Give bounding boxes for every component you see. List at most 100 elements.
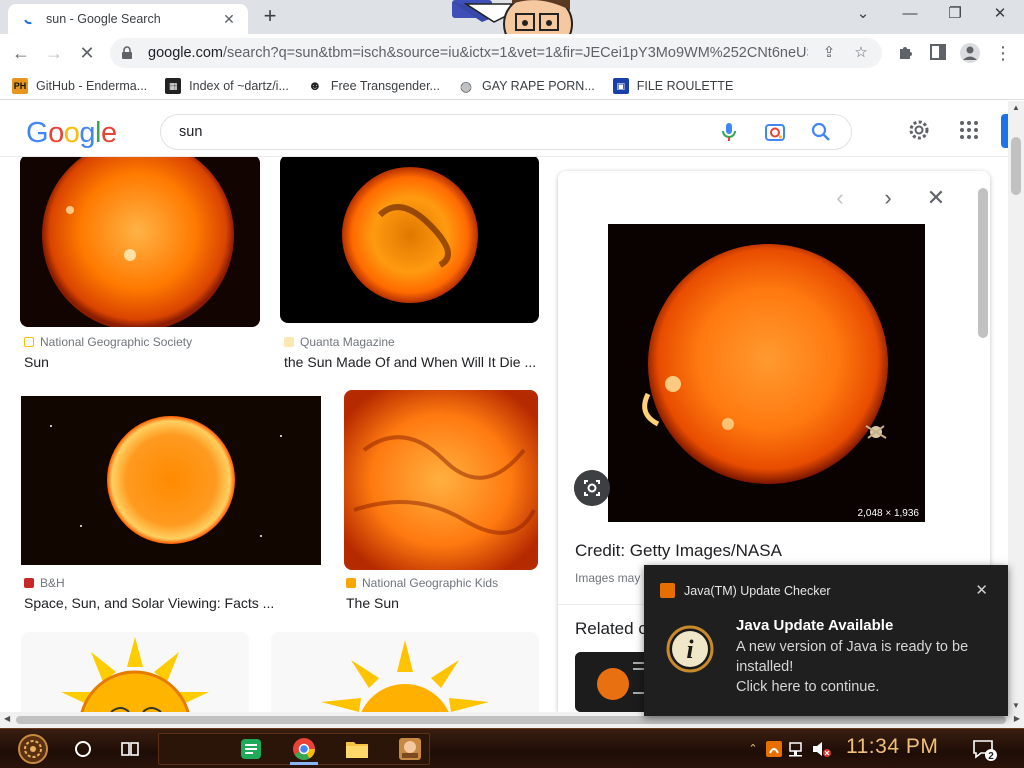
result-title[interactable]: The Sun (346, 595, 540, 611)
result-source[interactable]: Quanta Magazine (284, 335, 395, 349)
image-dimensions: 2,048 × 1,936 (858, 508, 920, 519)
bookmark-label: Index of ~dartz/i... (189, 78, 289, 93)
bookmarks-bar: PH GitHub - Enderma... ▦ Index of ~dartz… (0, 72, 1024, 100)
chrome-icon[interactable] (290, 733, 318, 765)
bookmark-item[interactable]: ▦ Index of ~dartz/i... (165, 77, 289, 94)
result-source-label: National Geographic Kids (362, 576, 499, 590)
loading-spinner-icon (22, 11, 38, 27)
google-apps-icon[interactable] (957, 118, 981, 142)
scroll-down-arrow-icon[interactable]: ▼ (1012, 701, 1020, 710)
result-source[interactable]: National Geographic Kids (346, 576, 498, 590)
next-image-button[interactable]: › (875, 185, 901, 211)
scroll-right-arrow-icon[interactable]: ▶ (1014, 714, 1020, 723)
minimize-button[interactable]: — (896, 4, 924, 26)
notification-center-icon[interactable]: 2 (971, 733, 999, 765)
browser-tab[interactable]: sun - Google Search ✕ (8, 4, 248, 34)
result-title[interactable]: Sun (24, 354, 260, 370)
visual-search-icon[interactable] (574, 470, 610, 506)
search-box[interactable]: sun (160, 114, 852, 150)
stop-loading-button[interactable]: ✕ (74, 40, 100, 66)
close-preview-button[interactable]: ✕ (923, 185, 949, 211)
google-header: Google sun (0, 101, 1010, 157)
toast-close-icon[interactable]: ✕ (975, 581, 988, 599)
microphone-icon[interactable] (717, 120, 741, 144)
tab-close-icon[interactable]: ✕ (220, 10, 238, 28)
bookmark-item[interactable]: ▣ FILE ROULETTE (612, 77, 733, 94)
result-thumbnail[interactable] (344, 390, 538, 570)
bookmark-label: GitHub - Enderma... (36, 78, 148, 93)
result-title[interactable]: the Sun Made Of and When Will It Die ... (284, 354, 538, 370)
show-hidden-icons-arrow-icon[interactable]: ⌃ (742, 733, 764, 765)
copyright-notice: Images may (575, 571, 641, 585)
result-source[interactable]: National Geographic Society (24, 335, 192, 349)
result-thumbnail[interactable] (280, 157, 539, 323)
browser-menu-icon[interactable]: ⋮ (990, 40, 1016, 66)
toast-app-name: Java(TM) Update Checker (684, 583, 831, 598)
file-explorer-icon[interactable] (343, 733, 371, 765)
java-update-notification[interactable]: Java(TM) Update Checker ✕ i Java Update … (644, 565, 1008, 716)
lock-icon (122, 46, 132, 59)
svg-text:i: i (686, 635, 694, 664)
address-bar[interactable]: google.com/search?q=sun&tbm=isch&source=… (110, 38, 882, 68)
game-app-icon[interactable] (396, 733, 424, 765)
result-source[interactable]: B&H (24, 576, 65, 590)
taskbar: ⌃ 11:34 PM 2 (0, 728, 1024, 768)
info-icon: i (666, 625, 714, 673)
scroll-thumb[interactable] (16, 716, 1006, 724)
result-thumbnail[interactable] (20, 157, 260, 327)
settings-gear-icon[interactable] (907, 118, 931, 142)
google-lens-icon[interactable] (763, 120, 787, 144)
bookmark-item[interactable]: PH GitHub - Enderma... (12, 77, 148, 94)
bookmark-label: Free Transgender... (330, 78, 440, 93)
bookmark-item[interactable]: ☻ Free Transgender... (306, 77, 440, 94)
result-thumbnail[interactable] (21, 396, 321, 565)
bookmark-star-icon[interactable]: ☆ (850, 42, 872, 64)
volume-muted-icon[interactable] (810, 733, 832, 765)
forward-button[interactable]: → (41, 40, 67, 66)
related-image-thumbnail[interactable] (575, 652, 655, 712)
toast-body-line[interactable]: Click here to continue. (736, 677, 996, 697)
toast-header: Java(TM) Update Checker (660, 583, 831, 598)
notification-count: 2 (988, 751, 994, 762)
result-source-label: National Geographic Society (40, 335, 193, 349)
globe-icon: ◍ (457, 77, 474, 94)
image-credit: Credit: Getty Images/NASA (575, 541, 782, 560)
natgeo-icon (24, 337, 34, 347)
search-circle-icon[interactable] (71, 733, 95, 765)
new-tab-button[interactable]: + (258, 5, 282, 29)
image-results-grid: National Geographic Society Sun Quanta M… (0, 157, 546, 712)
ph-icon: PH (12, 77, 28, 94)
result-title[interactable]: Space, Sun, and Solar Viewing: Facts ... (24, 595, 324, 611)
previous-image-button[interactable]: ‹ (827, 185, 853, 211)
task-view-icon[interactable] (118, 733, 142, 765)
browser-toolbar: ← → ✕ google.com/search?q=sun&tbm=isch&s… (0, 34, 1024, 72)
extensions-puzzle-icon[interactable] (897, 43, 915, 61)
preview-image[interactable]: 2,048 × 1,936 (608, 224, 925, 522)
back-button[interactable]: ← (8, 40, 34, 66)
toast-title: Java Update Available (736, 617, 894, 634)
page-vertical-scrollbar[interactable]: ▲ ▼ (1008, 101, 1024, 712)
result-thumbnail[interactable] (21, 632, 249, 712)
search-icon[interactable] (809, 120, 833, 144)
bookmark-item[interactable]: ◍ GAY RAPE PORN... (457, 77, 595, 94)
tab-search-icon[interactable]: ⌄ (849, 4, 877, 26)
tab-strip: sun - Google Search ✕ + ⌄ — ❐ ✕ (0, 0, 1024, 55)
scroll-thumb[interactable] (1011, 137, 1021, 195)
search-input[interactable]: sun (179, 124, 695, 140)
result-thumbnail[interactable] (271, 632, 539, 712)
share-icon[interactable]: ⇪ (818, 42, 840, 64)
close-window-button[interactable]: ✕ (986, 4, 1014, 26)
restore-button[interactable]: ❐ (941, 4, 969, 26)
scroll-left-arrow-icon[interactable]: ◀ (4, 714, 10, 723)
url-text: google.com/search?q=sun&tbm=isch&source=… (148, 45, 808, 61)
start-button[interactable] (10, 733, 56, 765)
scroll-up-arrow-icon[interactable]: ▲ (1012, 103, 1020, 112)
java-tray-icon[interactable] (764, 733, 784, 765)
taskbar-clock[interactable]: 11:34 PM (846, 735, 938, 759)
profile-avatar-icon[interactable] (959, 42, 981, 64)
side-panel-icon[interactable] (929, 43, 947, 61)
google-logo[interactable]: Google (26, 117, 117, 150)
network-icon[interactable] (787, 733, 807, 765)
terminal-icon: ▦ (165, 77, 182, 94)
notes-app-icon[interactable] (238, 733, 264, 765)
